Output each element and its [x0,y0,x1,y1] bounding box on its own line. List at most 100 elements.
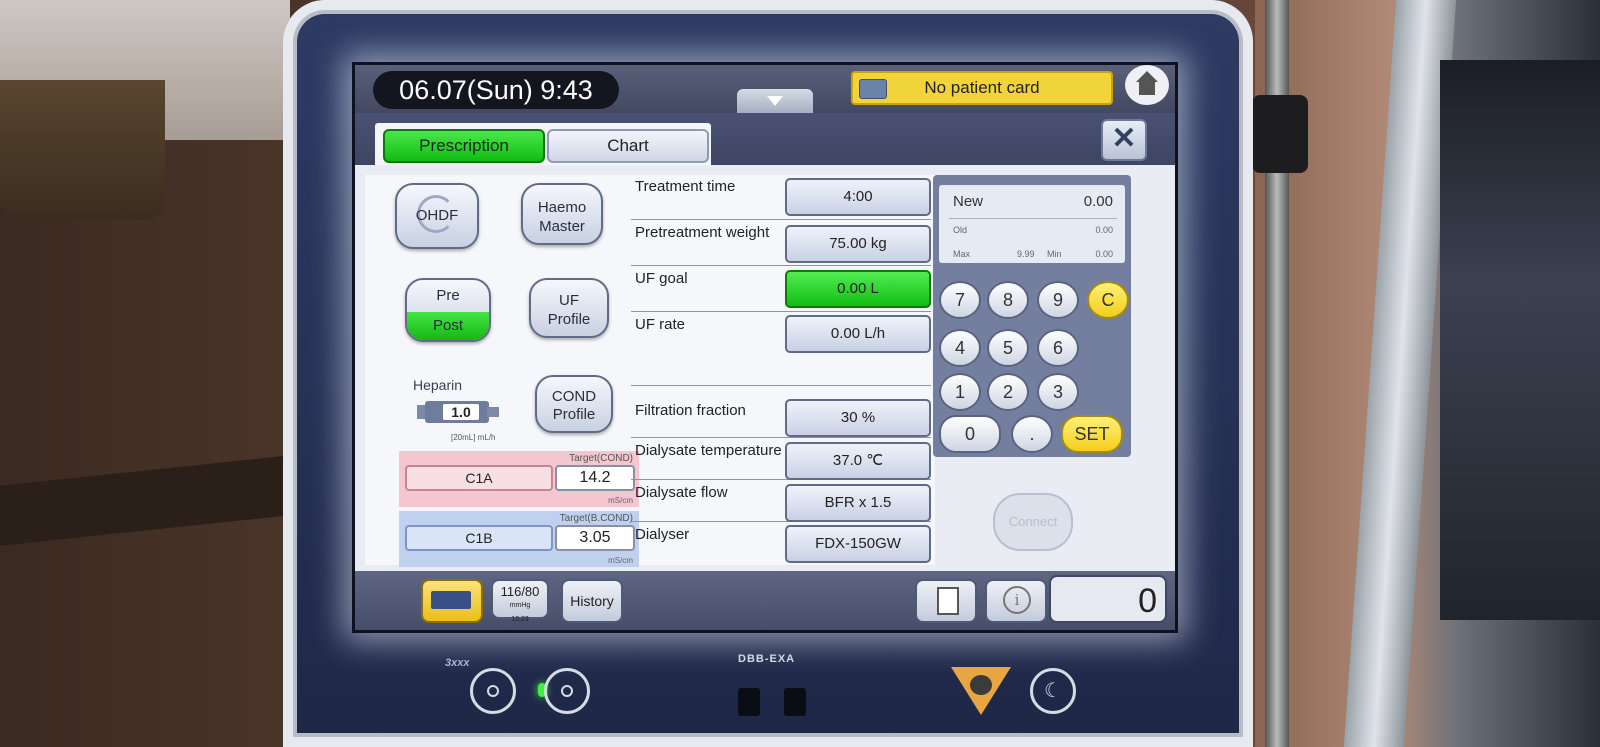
keypad-display: New 0.00 Old 0.00 Max 9.99 Min 0.00 [939,185,1125,263]
model-label: DBB-EXA [738,653,796,665]
param-label: UF goal [635,270,688,287]
close-icon: ✕ [1111,122,1137,155]
tab-chart[interactable]: Chart [547,129,709,163]
background-floor [0,454,300,546]
key-9[interactable]: 9 [1037,281,1079,319]
alarm-mute-button[interactable]: ☾ [1030,668,1076,714]
brand-logo: 3xxx [445,657,470,669]
param-row-treatment-time: Treatment time 4:00 [631,175,931,220]
heparin-syringe[interactable]: 1.0 [417,397,499,427]
bcond-unit: mS/cm [608,556,633,565]
param-label: Dialyser [635,526,690,543]
param-label: Treatment time [635,178,736,195]
key-1[interactable]: 1 [939,373,981,411]
bell-icon [970,675,992,695]
heparin-rate: 1.0 [443,404,479,420]
blood-pressure-button[interactable]: 116/80 mmHg 13:23 [491,579,549,623]
treatment-time-field[interactable]: 4:00 [785,178,931,216]
key-6[interactable]: 6 [1037,329,1079,367]
key-5[interactable]: 5 [987,329,1029,367]
power-button[interactable] [470,668,516,714]
syringe-tip [487,407,499,417]
key-decimal[interactable]: . [1011,415,1053,453]
target-cond-value[interactable]: 14.2 [555,465,635,491]
standby-icon [561,685,573,697]
c1b-button[interactable]: C1B [405,525,553,551]
clear-key[interactable]: C [1087,281,1129,319]
close-button[interactable]: ✕ [1101,119,1147,161]
cond-profile-button[interactable]: COND Profile [535,375,613,433]
filtration-fraction-field[interactable]: 30 % [785,399,931,437]
param-row-dialyser: Dialyser FDX-150GW [631,523,931,563]
key-4[interactable]: 4 [939,329,981,367]
param-row-uf-rate: UF rate 0.00 L/h [631,313,931,386]
param-label: Filtration fraction [635,402,746,419]
old-label: Old [953,225,968,235]
key-0[interactable]: 0 [939,415,1001,453]
bp-time: 13:23 [511,616,529,623]
connect-button[interactable]: Connect [993,493,1073,551]
dialyser-field[interactable]: FDX-150GW [785,525,931,563]
heparin-label: Heparin [413,377,463,393]
speaker-left [738,688,760,716]
min-label: Min [1047,249,1062,259]
ohdf-button[interactable]: OHDF [395,183,479,249]
background-table [0,80,165,220]
key-2[interactable]: 2 [987,373,1029,411]
post-label: Post [407,312,489,340]
key-3[interactable]: 3 [1037,373,1079,411]
key-7[interactable]: 7 [939,281,981,319]
uf-rate-field[interactable]: 0.00 L/h [785,315,931,353]
pre-post-toggle[interactable]: Pre Post [405,278,491,342]
ohdf-label: OHDF [415,207,459,224]
max-label: Max [953,249,971,259]
new-value: 0.00 [1083,193,1113,210]
param-row-dialysate-temperature: Dialysate temperature 37.0 ℃ [631,439,931,480]
uf-goal-field[interactable]: 0.00 L [785,270,931,308]
home-button[interactable] [1125,65,1169,105]
standby-button[interactable] [544,668,590,714]
set-key[interactable]: SET [1061,415,1123,453]
history-button[interactable]: History [561,579,623,623]
pre-label: Pre [436,287,460,304]
haemo-master-button[interactable]: Haemo Master [521,183,603,245]
card-reader-button[interactable] [421,579,483,623]
c1a-button[interactable]: C1A [405,465,553,491]
dialysate-temperature-field[interactable]: 37.0 ℃ [785,442,931,480]
chevron-down-icon [767,96,783,106]
heparin-unit: [20mL] mL/h [451,433,496,442]
dialysate-flow-field[interactable]: BFR x 1.5 [785,484,931,522]
bp-value: 116/80 [500,584,540,599]
new-label: New [953,193,984,210]
dropdown-tab[interactable] [737,89,813,113]
document-button[interactable] [915,579,977,623]
target-bcond-label: Target(B.COND) [559,513,633,524]
background-equipment [1440,60,1600,620]
cond-unit: mS/cm [608,496,633,505]
bottom-bar: 116/80 mmHg 13:23 History i 0 [355,571,1175,630]
top-bar: 06.07(Sun) 9:43 No patient card [355,65,1175,113]
param-label: Dialysate temperature [635,442,782,459]
info-button[interactable]: i [985,579,1047,623]
speaker-right [784,688,806,716]
home-icon-body [1139,82,1155,95]
target-bcond-value[interactable]: 3.05 [555,525,635,551]
alarm-button[interactable] [951,667,1011,715]
document-icon [937,587,959,615]
cond-profile-line2: Profile [552,406,596,423]
conductivity-a-panel: Target(COND) C1A 14.2 mS/cm [399,451,639,507]
tab-prescription[interactable]: Prescription [383,129,545,163]
power-icon [487,685,499,697]
param-row-pretreatment-weight: Pretreatment weight 75.00 kg [631,221,931,266]
param-label: Pretreatment weight [635,224,770,241]
touch-screen: 06.07(Sun) 9:43 No patient card Prescrip… [352,62,1178,633]
conductivity-b-panel: Target(B.COND) C1B 3.05 mS/cm [399,511,639,567]
patient-card-status[interactable]: No patient card [851,71,1113,105]
uf-profile-button[interactable]: UF Profile [529,278,609,338]
info-icon: i [1003,586,1031,614]
pretreatment-weight-field[interactable]: 75.00 kg [785,225,931,263]
card-icon [859,79,887,99]
param-row-dialysate-flow: Dialysate flow BFR x 1.5 [631,481,931,522]
key-8[interactable]: 8 [987,281,1029,319]
haemo-master-line1: Haemo [537,199,587,216]
